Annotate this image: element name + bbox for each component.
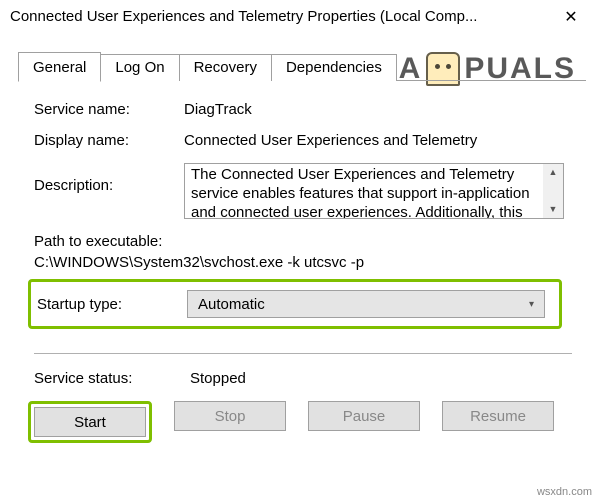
service-control-buttons: Start Stop Pause Resume — [34, 401, 572, 443]
service-status-label: Service status: — [34, 370, 190, 387]
description-label: Description: — [34, 163, 184, 194]
service-status-value: Stopped — [190, 370, 246, 387]
startup-type-value: Automatic — [198, 296, 265, 313]
start-button[interactable]: Start — [34, 407, 146, 437]
close-button[interactable]: ✕ — [548, 2, 594, 32]
tab-strip: General Log On Recovery Dependencies — [0, 34, 598, 81]
pause-button: Pause — [308, 401, 420, 431]
service-name-label: Service name: — [34, 101, 184, 118]
path-label: Path to executable: — [34, 233, 572, 250]
tab-dependencies[interactable]: Dependencies — [271, 54, 397, 81]
startup-type-select[interactable]: Automatic ▾ — [187, 290, 545, 318]
stop-button: Stop — [174, 401, 286, 431]
description-textbox[interactable]: The Connected User Experiences and Telem… — [184, 163, 564, 219]
window-title: Connected User Experiences and Telemetry… — [10, 8, 477, 25]
tab-log-on[interactable]: Log On — [100, 54, 179, 81]
startup-type-row: Startup type: Automatic ▾ — [28, 279, 562, 329]
path-value: C:\WINDOWS\System32\svchost.exe -k utcsv… — [34, 254, 572, 271]
title-bar: Connected User Experiences and Telemetry… — [0, 0, 598, 34]
scroll-down-icon[interactable]: ▼ — [549, 204, 558, 215]
display-name-label: Display name: — [34, 132, 184, 149]
tab-recovery[interactable]: Recovery — [179, 54, 272, 81]
service-name-value: DiagTrack — [184, 101, 572, 118]
image-credit: wsxdn.com — [537, 486, 592, 498]
description-text: The Connected User Experiences and Telem… — [191, 166, 530, 219]
startup-type-label: Startup type: — [31, 296, 187, 313]
tab-general[interactable]: General — [18, 52, 101, 82]
start-button-highlight: Start — [28, 401, 152, 443]
scroll-up-icon[interactable]: ▲ — [549, 167, 558, 178]
tab-content: Service name: DiagTrack Display name: Co… — [0, 81, 598, 453]
chevron-down-icon: ▾ — [529, 299, 534, 310]
display-name-value: Connected User Experiences and Telemetry — [184, 132, 572, 149]
resume-button: Resume — [442, 401, 554, 431]
close-icon: ✕ — [564, 7, 577, 27]
separator — [34, 353, 572, 354]
description-scrollbar[interactable]: ▲ ▼ — [543, 164, 563, 218]
